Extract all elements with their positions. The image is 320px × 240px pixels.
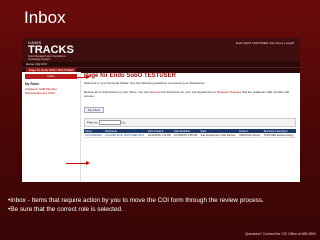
logo-name: TRACKS [28, 44, 74, 56]
welcome-text: Welcome to your Personal Folder. Use the… [84, 81, 206, 85]
filter-bar: Filter by Go [84, 118, 296, 127]
slide-footer: Questions? Contact the COI Office at 686… [244, 232, 316, 236]
cell-name[interactable]: COI-00000001 [84, 133, 104, 138]
logo-sub2: Knowledge System [28, 58, 51, 61]
cell-date-modified: 11/10/2015 3:38 PM [172, 133, 200, 138]
approve-link[interactable]: Approve [149, 90, 160, 94]
filter-select[interactable] [98, 120, 121, 125]
roles-heading: My Roles [25, 82, 39, 86]
app-screenshot: UAMS TRACKS Grant Research and Complianc… [22, 38, 300, 182]
main-content: Page for Endo SobO TESTUSER Welcome to y… [84, 72, 296, 182]
instructions-mid: the disclosure for your sub-department o… [160, 90, 218, 94]
request-changes-link[interactable]: Request Changes [217, 90, 241, 94]
inbox-table: Name Disclosure Date Created Date Modifi… [84, 129, 296, 138]
filter-go-button[interactable]: Go [121, 120, 125, 124]
bullet-role: •Be sure that the correct role is select… [8, 206, 123, 213]
callout-arrow-row [66, 160, 90, 165]
cell-state: Sub-Department Chief Review [199, 133, 239, 138]
cell-employer: COM MED Endocrinology [262, 133, 296, 138]
role-sub-department-chief[interactable]: Sub-Department Chief [25, 91, 80, 95]
tab-my-inbox[interactable]: My Inbox [84, 107, 105, 113]
cell-disclosure[interactable]: COI-ANM Endo TESTUSER 2015 [103, 133, 147, 138]
cell-division: ANM Endo Faculty [238, 133, 263, 138]
sidebar: Inbox My Roles Academic Staff Member Sub… [22, 72, 81, 182]
slide-title: Inbox [24, 8, 66, 27]
header-links[interactable]: Endo SobO TESTUSER | My Home | Logoff [236, 41, 294, 45]
filter-label: Filter by [87, 120, 98, 125]
page-heading: Page for Endo SobO TESTUSER [84, 73, 177, 79]
instructions: Review all of submissions in your Inbox.… [84, 90, 296, 98]
app-header: UAMS TRACKS Grant Research and Complianc… [22, 38, 300, 62]
cell-date-created: 11/10/2015 3:11 PM [146, 133, 173, 138]
slide-bullets: •Inbox - Items that require action by yo… [8, 196, 314, 214]
app-logo[interactable]: UAMS TRACKS Grant Research and Complianc… [28, 40, 74, 61]
callout-arrow-inbox [66, 74, 90, 79]
table-row[interactable]: COI-00000001 COI-ANM Endo TESTUSER 2015 … [84, 133, 296, 138]
bullet-inbox: •Inbox - Items that require action by yo… [8, 197, 264, 204]
